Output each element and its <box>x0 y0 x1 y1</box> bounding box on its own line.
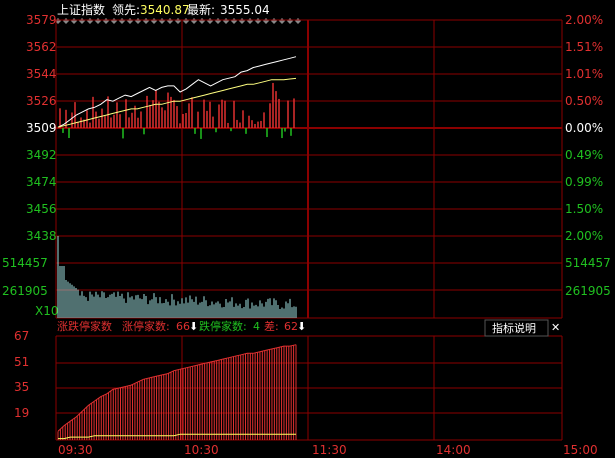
diamond-marker <box>151 18 157 24</box>
percent-tick-base: 0.00% <box>565 121 603 135</box>
diamond-marker <box>255 18 261 24</box>
time-tick: 15:00 <box>563 443 598 457</box>
volume-tick-right: 514457 <box>565 256 611 270</box>
diamond-marker <box>263 18 269 24</box>
volume-tick-left: 261905 <box>2 284 48 298</box>
percent-tick: 0.50% <box>565 94 603 108</box>
diff-value: 62 <box>284 320 298 333</box>
diamond-marker <box>279 18 285 24</box>
diamond-marker <box>119 18 125 24</box>
diamond-marker <box>175 18 181 24</box>
percent-tick: 2.00% <box>565 13 603 27</box>
diamond-marker <box>143 18 149 24</box>
percent-tick: 0.49% <box>565 148 603 162</box>
price-tick: 3438 <box>26 229 57 243</box>
volume-bars <box>57 236 297 318</box>
indicator-tick: 67 <box>14 329 29 343</box>
diamond-marker <box>63 18 69 24</box>
indicator-help-button[interactable]: 指标说明 <box>484 319 549 337</box>
down-arrow-icon: ⬇ <box>189 320 198 333</box>
volume-tick-right: 261905 <box>565 284 611 298</box>
percent-tick: 1.01% <box>565 67 603 81</box>
up-limit-label: 涨停家数: <box>122 319 170 333</box>
indicator-tick: 51 <box>14 355 29 369</box>
diamond-marker <box>239 18 245 24</box>
price-tick: 3526 <box>26 94 57 108</box>
diamond-marker <box>127 18 133 24</box>
down-limit-label: 跌停家数: <box>199 319 247 333</box>
diamond-marker <box>191 18 197 24</box>
leader-label: 领先: <box>112 3 140 17</box>
diamond-marker <box>287 18 293 24</box>
price-tick: 3492 <box>26 148 57 162</box>
price-tick-base: 3509 <box>26 121 57 135</box>
price-tick: 3474 <box>26 175 57 189</box>
time-tick: 10:30 <box>184 443 219 457</box>
percent-tick: 0.99% <box>565 175 603 189</box>
diamond-marker <box>271 18 277 24</box>
diamond-marker <box>111 18 117 24</box>
time-tick: 11:30 <box>312 443 347 457</box>
time-tick: 14:00 <box>436 443 471 457</box>
percent-tick: 1.51% <box>565 40 603 54</box>
diamond-marker <box>71 18 77 24</box>
diamond-marker <box>95 18 101 24</box>
indicator-help-label: 指标说明 <box>492 321 536 335</box>
price-tick: 3562 <box>26 40 57 54</box>
diamond-marker <box>159 18 165 24</box>
indicator-axis-left: 67 51 35 19 <box>14 329 29 420</box>
indicator-tick: 35 <box>14 380 29 394</box>
diamond-marker <box>79 18 85 24</box>
diamond-marker <box>87 18 93 24</box>
percent-tick: 2.00% <box>565 229 603 243</box>
price-tick: 3456 <box>26 202 57 216</box>
diamond-marker <box>215 18 221 24</box>
price-axis-left: 3579 3562 3544 3526 3509 3492 3474 3456 3438 <box>26 13 57 243</box>
latest-value: 3555.04 <box>220 3 270 17</box>
volume-tick-left: 514457 <box>2 256 48 270</box>
up-limit-value: 66 <box>176 320 190 333</box>
time-axis: 09:30 10:30 11:30 14:00 15:00 <box>58 443 598 457</box>
indicator-title: 涨跌停家数 <box>57 319 112 333</box>
grid-lines <box>55 19 563 441</box>
down-arrow-icon: ⬇ <box>297 320 306 333</box>
percent-tick: 1.50% <box>565 202 603 216</box>
down-limit-value: 4 <box>253 320 260 333</box>
timeline-marker-row <box>55 18 301 24</box>
latest-label: 最新: <box>187 2 215 17</box>
price-tick: 3544 <box>26 67 57 81</box>
leader-value: 3540.87 <box>140 3 190 17</box>
price-tick: 3579 <box>26 13 57 27</box>
diamond-marker <box>183 18 189 24</box>
volume-unit-label: X10 <box>35 304 59 318</box>
diamond-marker <box>247 18 253 24</box>
diff-label: 差: <box>264 319 279 333</box>
diamond-marker <box>231 18 237 24</box>
diamond-marker <box>295 18 301 24</box>
limit-count-bars <box>57 344 297 440</box>
intraday-chart[interactable]: 上证指数 领先: 3540.87 最新: 3555.04 35793562354… <box>0 0 615 458</box>
diamond-marker <box>167 18 173 24</box>
time-tick: 09:30 <box>58 443 93 457</box>
diamond-marker <box>223 18 229 24</box>
intraday-bars <box>59 82 295 139</box>
diamond-marker <box>103 18 109 24</box>
close-icon[interactable]: ✕ <box>551 321 560 334</box>
diamond-marker <box>207 18 213 24</box>
indicator-tick: 19 <box>14 406 29 420</box>
diamond-marker <box>199 18 205 24</box>
percent-axis-right: 2.00% 1.51% 1.01% 0.50% 0.00% 0.49% 0.99% 1.50%… <box>565 13 603 243</box>
diamond-marker <box>135 18 141 24</box>
index-name: 上证指数 <box>57 2 105 17</box>
